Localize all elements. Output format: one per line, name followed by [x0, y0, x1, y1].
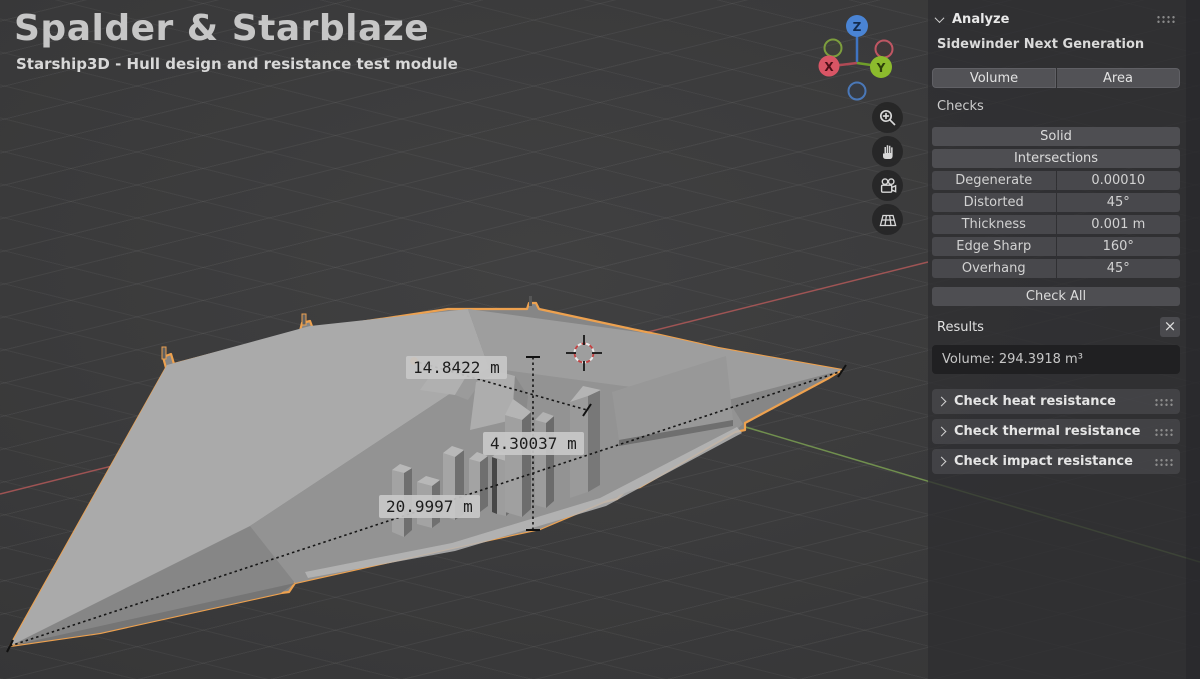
panel-header-thermal-resistance[interactable]: Check thermal resistance — [932, 419, 1180, 444]
zoom-button[interactable] — [872, 102, 903, 133]
check-value[interactable]: 45° — [1057, 193, 1181, 212]
viewport-toolbar — [872, 102, 903, 235]
gizmo-x-label: X — [824, 60, 834, 74]
intersections-check-button[interactable]: Intersections — [932, 149, 1180, 168]
page-subtitle: Starship3D - Hull design and resistance … — [16, 55, 458, 73]
chevron-down-icon — [935, 13, 945, 23]
panel-header-heat-resistance[interactable]: Check heat resistance — [932, 389, 1180, 414]
drag-handle-icon[interactable] — [1154, 458, 1174, 466]
check-row-edge-sharp: Edge Sharp 160° — [932, 237, 1180, 256]
check-row-distorted: Distorted 45° — [932, 193, 1180, 212]
check-label[interactable]: Overhang — [932, 259, 1056, 278]
results-header: Results × — [932, 317, 1180, 337]
chevron-right-icon — [937, 397, 947, 407]
section-label: Check heat resistance — [954, 394, 1145, 409]
viewport[interactable]: Z X Y 14.8422 m 4.30037 m 20.9997 m Spal… — [0, 0, 1200, 679]
gizmo-axis-neg-z[interactable] — [849, 83, 866, 100]
check-value[interactable]: 45° — [1057, 259, 1181, 278]
gizmo-axis-neg-x[interactable] — [876, 41, 893, 58]
measurement-label-width: 14.8422 m — [406, 356, 507, 379]
volume-mode-button[interactable]: Volume — [932, 68, 1056, 88]
mode-toggle: Volume Area — [932, 68, 1180, 88]
check-row-thickness: Thickness 0.001 m — [932, 215, 1180, 234]
check-row-degenerate: Degenerate 0.00010 — [932, 171, 1180, 190]
check-label[interactable]: Degenerate — [932, 171, 1056, 190]
chevron-right-icon — [937, 427, 947, 437]
gizmo-z-label: Z — [853, 20, 862, 34]
camera-icon — [878, 176, 898, 196]
camera-view-button[interactable] — [872, 170, 903, 201]
panel-right-edge — [1186, 0, 1200, 679]
check-value[interactable]: 160° — [1057, 237, 1181, 256]
area-mode-button[interactable]: Area — [1057, 68, 1180, 88]
analyze-panel: Analyze Sidewinder Next Generation Volum… — [928, 0, 1186, 679]
close-icon[interactable]: × — [1160, 317, 1180, 337]
hand-icon — [878, 142, 897, 161]
check-label[interactable]: Edge Sharp — [932, 237, 1056, 256]
orthographic-toggle-button[interactable] — [872, 204, 903, 235]
ship-model[interactable] — [10, 296, 842, 646]
navigation-gizmo[interactable]: Z X Y — [819, 15, 893, 100]
magnify-plus-icon — [878, 108, 897, 127]
section-label: Check thermal resistance — [954, 424, 1145, 439]
gizmo-axis-neg-y[interactable] — [825, 40, 842, 57]
panel-title: Analyze — [952, 12, 1009, 27]
check-row-overhang: Overhang 45° — [932, 259, 1180, 278]
section-label: Check impact resistance — [954, 454, 1145, 469]
check-value[interactable]: 0.00010 — [1057, 171, 1181, 190]
page-title: Spalder & Starblaze — [14, 8, 458, 49]
chevron-right-icon — [937, 457, 947, 467]
measurement-label-height: 4.30037 m — [483, 432, 584, 455]
gizmo-y-label: Y — [876, 61, 886, 75]
grid-icon — [878, 210, 898, 230]
app-title-block: Spalder & Starblaze Starship3D - Hull de… — [14, 8, 458, 73]
checks-section-label: Checks — [932, 99, 1180, 114]
drag-handle-icon[interactable] — [1154, 398, 1174, 406]
panel-header-impact-resistance[interactable]: Check impact resistance — [932, 449, 1180, 474]
volume-result: Volume: 294.3918 m³ — [932, 345, 1180, 374]
panel-header-analyze[interactable]: Analyze — [932, 8, 1180, 30]
check-all-button[interactable]: Check All — [932, 287, 1180, 306]
drag-handle-icon[interactable] — [1156, 15, 1176, 23]
check-value[interactable]: 0.001 m — [1057, 215, 1181, 234]
results-label: Results — [937, 320, 1160, 335]
solid-check-button[interactable]: Solid — [932, 127, 1180, 146]
pan-button[interactable] — [872, 136, 903, 167]
check-label[interactable]: Distorted — [932, 193, 1056, 212]
drag-handle-icon[interactable] — [1154, 428, 1174, 436]
measurement-label-length: 20.9997 m — [379, 495, 480, 518]
model-name: Sidewinder Next Generation — [932, 37, 1180, 52]
check-label[interactable]: Thickness — [932, 215, 1056, 234]
